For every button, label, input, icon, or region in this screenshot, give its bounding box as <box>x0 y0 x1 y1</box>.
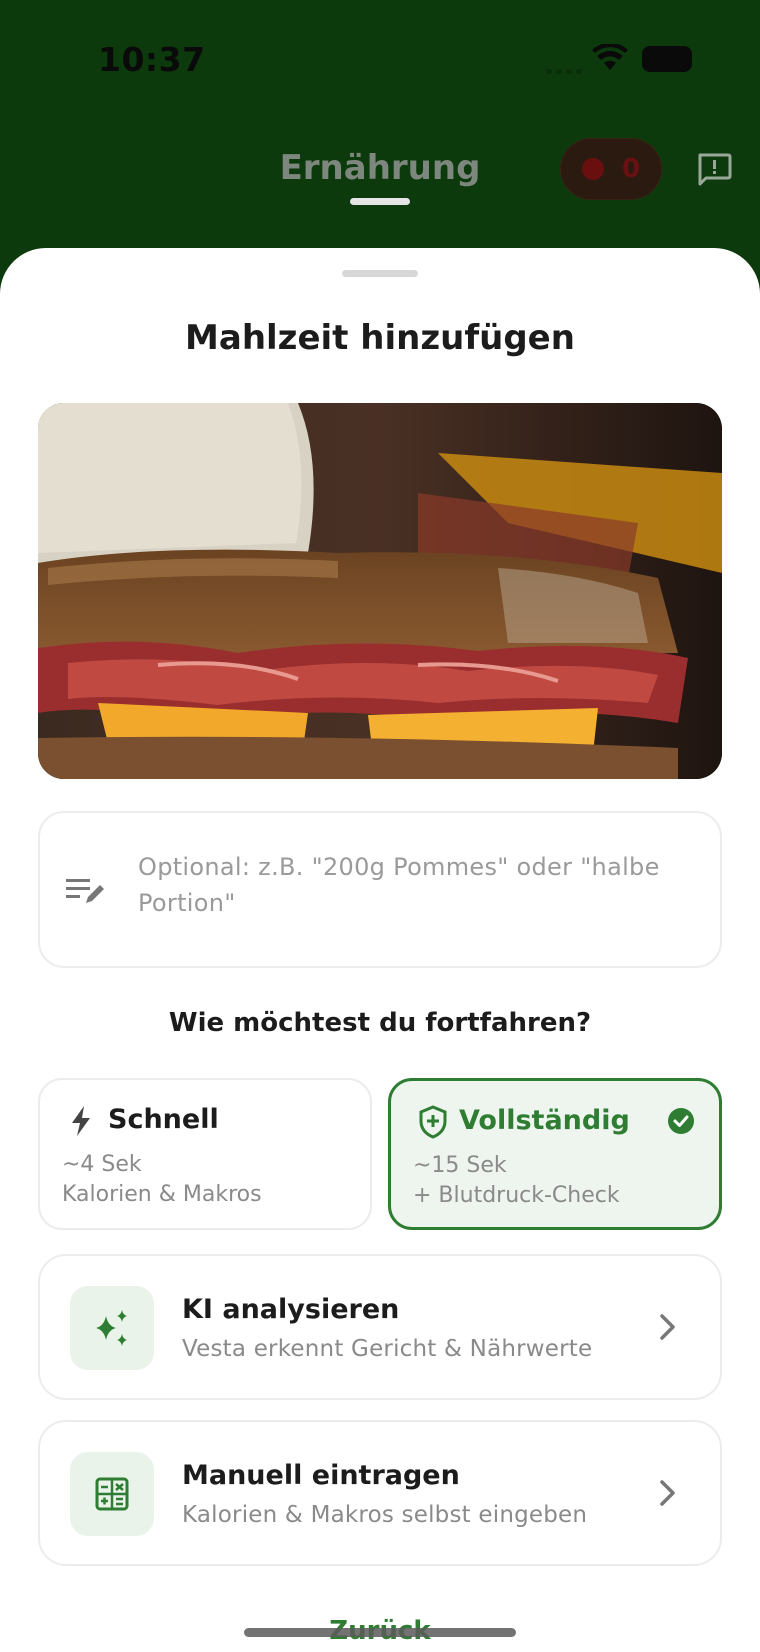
mode-label: Vollständig <box>459 1105 630 1136</box>
lightning-icon <box>72 1106 90 1136</box>
mode-label: Schnell <box>108 1104 219 1135</box>
chevron-right-icon <box>660 1314 675 1340</box>
title-underline <box>350 198 410 205</box>
action-title: KI analysieren <box>182 1294 400 1325</box>
mode-question: Wie möchtest du fortfahren? <box>168 1008 592 1038</box>
bean-icon <box>577 153 608 185</box>
mode-option-full[interactable]: Vollständig ~15 Sek + Blutdruck-Check <box>388 1078 722 1230</box>
home-indicator <box>244 1628 516 1637</box>
action-subtitle: Kalorien & Makros selbst eingeben <box>182 1502 588 1528</box>
ai-icon-box <box>70 1286 154 1370</box>
mode-description: Kalorien & Makros <box>62 1182 262 1207</box>
meal-note-input[interactable]: Optional: z.B. "200g Pommes" oder "halbe… <box>38 811 722 968</box>
sparkles-icon <box>96 1310 127 1346</box>
counter-badge[interactable]: 0 <box>560 138 662 200</box>
meal-note-placeholder: Optional: z.B. "200g Pommes" oder "halbe… <box>138 853 660 917</box>
meal-photo <box>38 403 722 779</box>
battery-icon <box>642 46 692 72</box>
manual-icon-box <box>70 1452 154 1536</box>
action-title: Manuell eintragen <box>182 1460 460 1491</box>
action-subtitle: Vesta erkennt Gericht & Nährwerte <box>182 1336 593 1362</box>
feedback-icon[interactable] <box>696 152 732 186</box>
calculator-icon <box>95 1477 129 1511</box>
edit-note-icon <box>66 879 104 903</box>
shield-plus-icon <box>419 1105 447 1139</box>
counter-value: 0 <box>621 154 641 184</box>
mode-duration: ~4 Sek <box>62 1152 142 1177</box>
chevron-right-icon <box>660 1480 675 1506</box>
add-meal-sheet: Mahlzeit hinzufügen Optional: z.B. "200g… <box>0 248 760 1652</box>
sheet-title: Mahlzeit hinzufügen <box>185 318 575 358</box>
mode-duration: ~15 Sek <box>413 1153 507 1178</box>
sheet-grabber[interactable] <box>342 270 418 277</box>
mode-option-fast[interactable]: Schnell ~4 Sek Kalorien & Makros <box>38 1078 372 1230</box>
status-bar: 10:37 <box>0 0 760 120</box>
ai-analyze-button[interactable]: KI analysieren Vesta erkennt Gericht & N… <box>38 1254 722 1400</box>
cellular-signal-icon <box>546 56 582 74</box>
manual-entry-button[interactable]: Manuell eintragen Kalorien & Makros selb… <box>38 1420 722 1566</box>
mode-description: + Blutdruck-Check <box>413 1183 620 1208</box>
wifi-icon <box>592 44 628 70</box>
check-circle-icon <box>668 1108 694 1134</box>
status-time: 10:37 <box>98 40 206 79</box>
